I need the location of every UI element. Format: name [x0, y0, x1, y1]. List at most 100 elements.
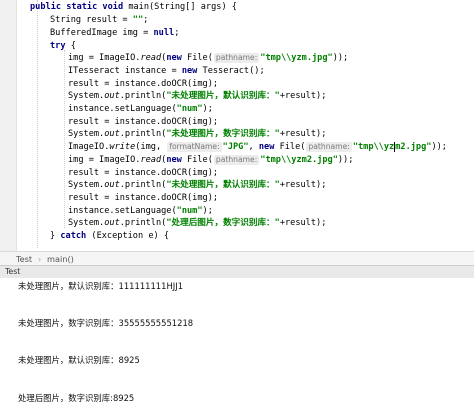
string-literal: "JPG" — [222, 142, 249, 152]
keyword: try — [50, 41, 66, 51]
code-line[interactable]: ImageIO.write(img, formatName: "JPG", new… — [68, 141, 447, 154]
parameter-hint: pathname: — [213, 53, 260, 63]
keyword: catch — [60, 231, 87, 241]
breadcrumb-separator-icon: › — [38, 254, 42, 264]
field-name: out — [104, 129, 120, 139]
code-line[interactable]: System.out.println("未处理图片，默认识别库："+result… — [68, 179, 326, 192]
code-text: (img, — [135, 142, 167, 152]
code-text: , — [248, 142, 259, 152]
code-text: BufferedImage img = — [50, 28, 154, 38]
method-name: read — [140, 53, 162, 63]
code-text: main(String[] args) { — [123, 2, 237, 12]
breadcrumb: Test › main() — [0, 251, 474, 266]
code-line[interactable]: img = ImageIO.read(new File(pathname: "tm… — [68, 154, 353, 167]
code-text: } — [50, 231, 61, 241]
code-text: String result = — [50, 15, 133, 25]
code-text: +result); — [279, 180, 327, 190]
code-text: instance.setLanguage( — [68, 206, 177, 216]
code-text: +result); — [279, 218, 327, 228]
method-name: read — [140, 155, 162, 165]
string-literal: "未处理图片，默认识别库：" — [166, 91, 280, 101]
tab-run-test[interactable]: Test — [5, 266, 20, 278]
code-text: System. — [68, 218, 105, 228]
string-literal: "未处理图片，默认识别库：" — [166, 180, 280, 190]
indent-guide — [64, 50, 65, 228]
keyword: new — [166, 155, 182, 165]
code-line[interactable]: instance.setLanguage("num"); — [68, 205, 213, 218]
code-line[interactable]: BufferedImage img = null; — [50, 27, 179, 40]
code-line[interactable]: System.out.println("未处理图片，数字识别库："+result… — [68, 128, 326, 141]
code-line[interactable]: result = instance.doOCR(img); — [68, 192, 218, 205]
code-text: )); — [337, 155, 354, 165]
code-text: { — [65, 41, 76, 51]
string-literal: "tmp\\yz — [352, 142, 395, 152]
parameter-hint: formatName: — [167, 142, 222, 152]
code-text: )); — [332, 53, 349, 63]
code-text: ; — [174, 28, 180, 38]
breadcrumb-method[interactable]: main() — [47, 252, 74, 266]
code-line[interactable]: System.out.println("未处理图片，默认识别库："+result… — [68, 90, 326, 103]
code-text: (Exception e) { — [86, 231, 170, 241]
code-text: .println( — [119, 180, 167, 190]
code-line[interactable]: result = instance.doOCR(img); — [68, 167, 218, 180]
code-text: Tesseract(); — [197, 66, 265, 76]
code-text: System. — [68, 129, 105, 139]
code-line[interactable]: instance.setLanguage("num"); — [68, 103, 213, 116]
code-line[interactable]: try { — [50, 40, 76, 53]
keyword: public static void — [30, 2, 124, 12]
field-name: out — [104, 180, 120, 190]
editor-gutter[interactable] — [0, 0, 17, 251]
method-name: write — [109, 142, 136, 152]
keyword: new — [166, 53, 182, 63]
code-line[interactable]: System.out.println("处理后图片，数字识别库："+result… — [68, 217, 326, 230]
code-text: .println( — [119, 129, 167, 139]
code-text: +result); — [279, 129, 327, 139]
code-text: .println( — [119, 218, 167, 228]
code-text: System. — [68, 180, 105, 190]
code-line[interactable]: } catch (Exception e) { — [50, 230, 169, 243]
code-line[interactable]: result = instance.doOCR(img); — [68, 78, 218, 91]
code-text: ); — [202, 206, 213, 216]
console-line: 未处理图片，数字识别库：35555555551218 — [18, 318, 194, 328]
code-editor[interactable]: public static void main(String[] args) {… — [0, 0, 474, 251]
code-line[interactable]: String result = ""; — [50, 14, 148, 27]
field-name: out — [104, 91, 120, 101]
code-text: result = instance.doOCR(img); — [68, 193, 219, 203]
keyword: null — [153, 28, 175, 38]
code-text: ; — [143, 15, 149, 25]
indent-guide — [37, 0, 38, 248]
string-literal: "num" — [176, 104, 203, 114]
code-text: ); — [202, 104, 213, 114]
code-line[interactable]: img = ImageIO.read(new File(pathname: "tm… — [68, 52, 348, 65]
code-line[interactable]: ITesseract instance = new Tesseract(); — [68, 65, 265, 78]
code-text: )); — [431, 142, 447, 152]
code-text: result = instance.doOCR(img); — [68, 79, 219, 89]
parameter-hint: pathname: — [306, 142, 352, 152]
string-literal: m2.jpg" — [395, 142, 432, 152]
breadcrumb-class[interactable]: Test — [16, 252, 32, 266]
code-text: ITesseract instance = — [68, 66, 182, 76]
string-literal: "" — [132, 15, 144, 25]
string-literal: "num" — [176, 206, 203, 216]
code-text: .println( — [119, 91, 167, 101]
code-text: File( — [181, 155, 213, 165]
code-text: File( — [181, 53, 213, 63]
code-line[interactable]: public static void main(String[] args) { — [30, 1, 237, 14]
keyword: new — [181, 66, 198, 76]
console-line: 处理后图片，数字识别库:8925 — [18, 393, 135, 403]
string-literal: "tmp\\yzm2.jpg" — [260, 155, 338, 165]
console-line: 未处理图片，默认识别库：111111111HJJ1 — [18, 281, 184, 291]
code-text: result = instance.doOCR(img); — [68, 168, 219, 178]
code-line[interactable]: result = instance.doOCR(img); — [68, 116, 218, 129]
code-text: img = ImageIO. — [68, 53, 141, 63]
string-literal: "tmp\\yzm.jpg" — [260, 53, 333, 63]
run-tool-window-bar: Test — [0, 265, 474, 279]
parameter-hint: pathname: — [213, 155, 260, 165]
console-output[interactable]: 未处理图片，默认识别库：111111111HJJ1 未处理图片，数字识别库：35… — [0, 278, 474, 411]
console-line: 未处理图片，默认识别库：8925 — [18, 355, 140, 365]
code-text: result = instance.doOCR(img); — [68, 117, 219, 127]
code-text: instance.setLanguage( — [68, 104, 177, 114]
code-text: File( — [274, 142, 306, 152]
code-text: ImageIO. — [68, 142, 110, 152]
string-literal: "未处理图片，数字识别库：" — [166, 129, 280, 139]
